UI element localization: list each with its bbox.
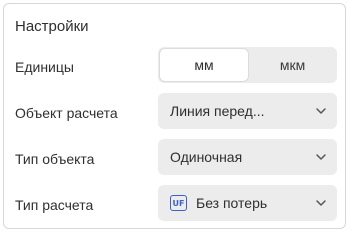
chevron-down-icon [316,200,326,206]
object-type-label: Тип объекта [15,151,95,167]
object-type-select[interactable]: Одиночная [158,139,337,175]
panel-title: Настройки [15,18,89,35]
calc-type-label: Тип расчета [15,197,94,213]
units-label: Единицы [15,59,74,75]
calc-type-select[interactable]: UF Без потерь [158,185,337,221]
units-option-mm[interactable]: мм [160,49,248,81]
units-option-um[interactable]: мкм [250,49,335,81]
object-type-value: Одиночная [170,149,243,165]
calc-object-select[interactable]: Линия перед... [158,93,337,129]
units-segmented-control: мм мкм [158,47,337,83]
settings-panel: Настройки Единицы мм мкм Объект расчета … [3,3,346,229]
calc-object-value: Линия перед... [170,103,265,119]
chevron-down-icon [316,154,326,160]
calc-object-label: Объект расчета [15,105,118,121]
uf-badge-icon: UF [170,195,187,211]
calc-type-value: Без потерь [196,195,268,211]
chevron-down-icon [316,108,326,114]
